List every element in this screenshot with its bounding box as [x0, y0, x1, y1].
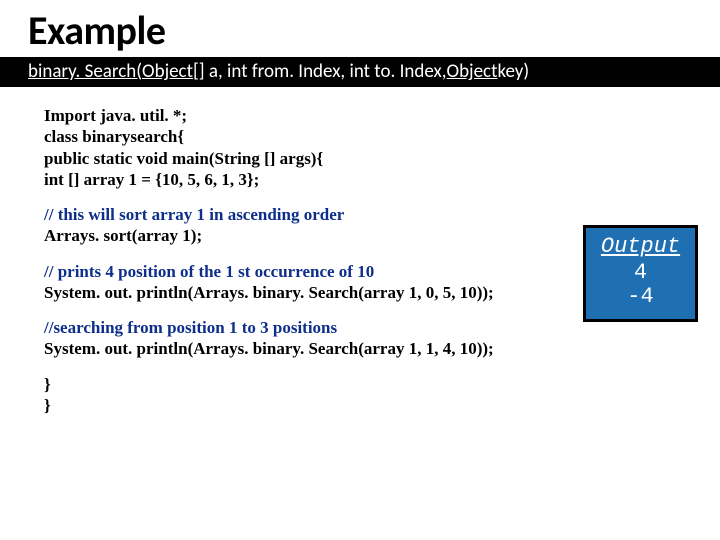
output-value: -4 [590, 285, 691, 309]
output-value: 4 [590, 261, 691, 285]
sig-key: key) [497, 60, 529, 83]
blank-line [44, 360, 720, 374]
code-line: class binarysearch{ [44, 126, 720, 147]
code-line: System. out. println(Arrays. binary. Sea… [44, 338, 720, 359]
sig-params: [] a, int from. Index, int to. Index, [193, 60, 447, 83]
method-signature: binary. Search(Object[] a, int from. Ind… [0, 57, 720, 87]
sig-type2: Object [446, 60, 497, 83]
code-line: int [] array 1 = {10, 5, 6, 1, 3}; [44, 169, 720, 190]
code-line: } [44, 395, 720, 416]
code-line: } [44, 374, 720, 395]
output-panel: Output 4 -4 [583, 225, 698, 322]
code-line: Import java. util. *; [44, 105, 720, 126]
slide-title: Example [28, 6, 692, 55]
title-block: Example [0, 0, 720, 57]
code-comment: // this will sort array 1 in ascending o… [44, 204, 720, 225]
slide: Example binary. Search(Object[] a, int f… [0, 0, 720, 540]
code-line: public static void main(String [] args){ [44, 148, 720, 169]
output-heading: Output [590, 234, 691, 259]
sig-method: binary. Search( [28, 60, 142, 83]
blank-line [44, 190, 720, 204]
sig-type1: Object [142, 60, 193, 83]
